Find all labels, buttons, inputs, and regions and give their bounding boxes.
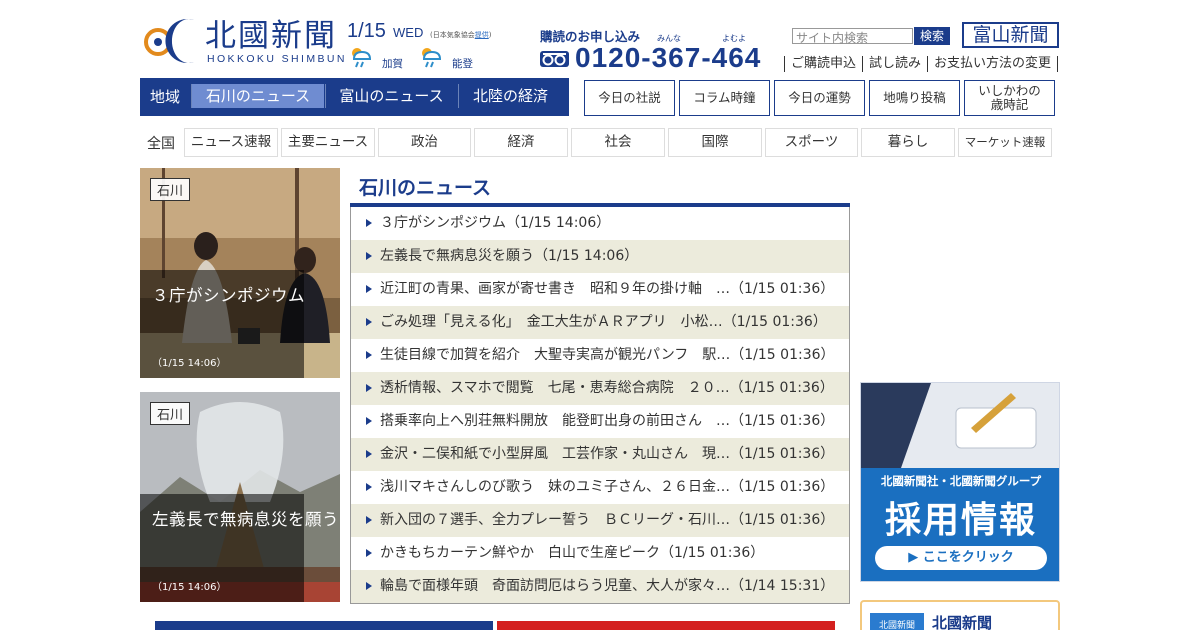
- weather-area-kaga: 加賀: [382, 58, 403, 70]
- region-nav-label: 地域: [150, 88, 181, 106]
- bullet-arrow-icon: [366, 252, 372, 260]
- feature-1-time: （1/15 14:06）: [152, 358, 227, 369]
- recruitment-ad-title: 採用情報: [884, 500, 1037, 541]
- bottom-banner-2[interactable]: [497, 621, 835, 630]
- site-logo-subtitle: HOKKOKU SHIMBUN: [207, 53, 347, 65]
- ishikawa-seasonal-button[interactable]: いしかわの 歳時記: [964, 80, 1055, 116]
- recruitment-ad-sub: 北國新聞社・北國新聞グループ: [880, 474, 1042, 488]
- horoscope-button[interactable]: 今日の運勢: [774, 80, 865, 116]
- category-all-label: 全国: [147, 136, 175, 152]
- reader-posts-button[interactable]: 地鳴り投稿: [869, 80, 960, 116]
- bullet-arrow-icon: [366, 351, 372, 359]
- news-item[interactable]: 輪島で面様年頭 奇面訪問厄はらう児童、大人が家々…（1/14 15:31）: [351, 570, 849, 603]
- feature-2-title[interactable]: 左義長で無病息災を願う: [152, 506, 339, 530]
- bullet-arrow-icon: [366, 318, 372, 326]
- news-item[interactable]: 搭乗率向上へ別荘無料開放 能登町出身の前田さん …（1/15 01:36）: [351, 405, 849, 438]
- feature-2-region-tag: 石川: [150, 402, 191, 425]
- category-lifestyle[interactable]: 暮らし: [861, 128, 955, 157]
- subscribe-phone[interactable]: 0120-367-464: [575, 42, 761, 74]
- tab-ishikawa-news[interactable]: 石川のニュース: [191, 84, 324, 108]
- site-search-input[interactable]: サイト内検索: [792, 28, 913, 45]
- rain-sun-icon[interactable]: [348, 44, 374, 70]
- weather-area-noto: 能登: [452, 58, 473, 70]
- category-economy[interactable]: 経済: [474, 128, 568, 157]
- bullet-arrow-icon: [366, 549, 372, 557]
- bullet-arrow-icon: [366, 417, 372, 425]
- news-item[interactable]: 近江町の青果、画家が寄せ書き 昭和９年の掛け軸 …（1/15 01:36）: [351, 273, 849, 306]
- category-breaking-news[interactable]: ニュース速報: [184, 128, 278, 157]
- weather-credit: (日本気象協会提供): [430, 31, 492, 39]
- link-payment-change[interactable]: お支払い方法の変更: [927, 56, 1059, 72]
- secondary-ad[interactable]: 北國新聞 北國新聞: [860, 600, 1060, 630]
- news-item[interactable]: 左義長で無病息災を願う（1/15 14:06）: [351, 240, 849, 273]
- today-date: 1/15: [347, 20, 386, 42]
- feature-1-title[interactable]: ３庁がシンポジウム: [152, 282, 305, 306]
- link-subscribe[interactable]: ご購読申込: [784, 56, 862, 72]
- feature-1-region-tag: 石川: [150, 178, 191, 201]
- category-market-news[interactable]: マーケット速報: [958, 128, 1052, 157]
- news-item[interactable]: ３庁がシンポジウム（1/15 14:06）: [351, 207, 849, 240]
- logo-mark-icon[interactable]: [140, 16, 198, 64]
- weather-credit-link[interactable]: 提供: [475, 31, 489, 39]
- category-politics[interactable]: 政治: [378, 128, 471, 157]
- link-trial[interactable]: 試し読み: [862, 56, 927, 72]
- free-dial-icon: [540, 51, 569, 67]
- tab-toyama-news[interactable]: 富山のニュース: [325, 84, 457, 108]
- category-society[interactable]: 社会: [571, 128, 665, 157]
- bullet-arrow-icon: [366, 384, 372, 392]
- news-item[interactable]: 浅川マキさんしのび歌う 妹のユミ子さん、２６日金…（1/15 01:36）: [351, 471, 849, 504]
- bullet-arrow-icon: [366, 450, 372, 458]
- toyama-shimbun-button[interactable]: 富山新聞: [962, 22, 1059, 48]
- ishikawa-news-heading: 石川のニュース: [359, 177, 492, 199]
- news-item[interactable]: 金沢・二俣和紙で小型屏風 工芸作家・丸山さん 現…（1/15 01:36）: [351, 438, 849, 471]
- bullet-arrow-icon: [366, 516, 372, 524]
- editorial-button[interactable]: 今日の社説: [584, 80, 675, 116]
- news-item[interactable]: ごみ処理「見える化」 金工大生がＡＲアプリ 小松…（1/15 01:36）: [351, 306, 849, 339]
- bullet-arrow-icon: [366, 219, 372, 227]
- feature-photo-1[interactable]: 石川 ３庁がシンポジウム （1/15 14:06）: [140, 168, 340, 378]
- bullet-arrow-icon: [366, 483, 372, 491]
- site-logo[interactable]: 北國新聞: [205, 18, 337, 54]
- secondary-ad-badge: 北國新聞: [870, 613, 924, 630]
- bottom-banner-1[interactable]: [155, 621, 493, 630]
- news-item[interactable]: かきもちカーテン鮮やか 白山で生産ピーク（1/15 01:36）: [351, 537, 849, 570]
- today-weekday: WED: [393, 25, 424, 40]
- category-sports[interactable]: スポーツ: [765, 128, 858, 157]
- rain-sun-icon[interactable]: [418, 44, 444, 70]
- news-item[interactable]: 生徒目線で加賀を紹介 大聖寺実高が観光パンフ 駅…（1/15 01:36）: [351, 339, 849, 372]
- category-main-news[interactable]: 主要ニュース: [281, 128, 375, 157]
- news-item[interactable]: 新入団の７選手、全力プレー誓う ＢＣリーグ・石川…（1/15 01:36）: [351, 504, 849, 537]
- feature-photo-2[interactable]: 石川 左義長で無病息災を願う （1/15 14:06）: [140, 392, 340, 602]
- top-links: ご購読申込 試し読み お支払い方法の変更: [784, 56, 1059, 72]
- news-item[interactable]: 透析情報、スマホで閲覧 七尾・恵寿総合病院 ２０…（1/15 01:36）: [351, 372, 849, 405]
- category-international[interactable]: 国際: [668, 128, 762, 157]
- search-button[interactable]: 検索: [914, 27, 950, 45]
- feature-2-time: （1/15 14:06）: [152, 582, 227, 593]
- recruitment-click-button[interactable]: ▶ ここをクリック: [875, 546, 1047, 570]
- bullet-arrow-icon: [366, 582, 372, 590]
- column-jisho-button[interactable]: コラム時鐘: [679, 80, 770, 116]
- secondary-ad-title: 北國新聞: [932, 614, 993, 630]
- bullet-arrow-icon: [366, 285, 372, 293]
- tab-hokuriku-economy[interactable]: 北陸の経済: [458, 84, 562, 108]
- recruitment-ad-banner[interactable]: 北國新聞社・北國新聞グループ 採用情報 ▶ ここをクリック: [860, 382, 1060, 582]
